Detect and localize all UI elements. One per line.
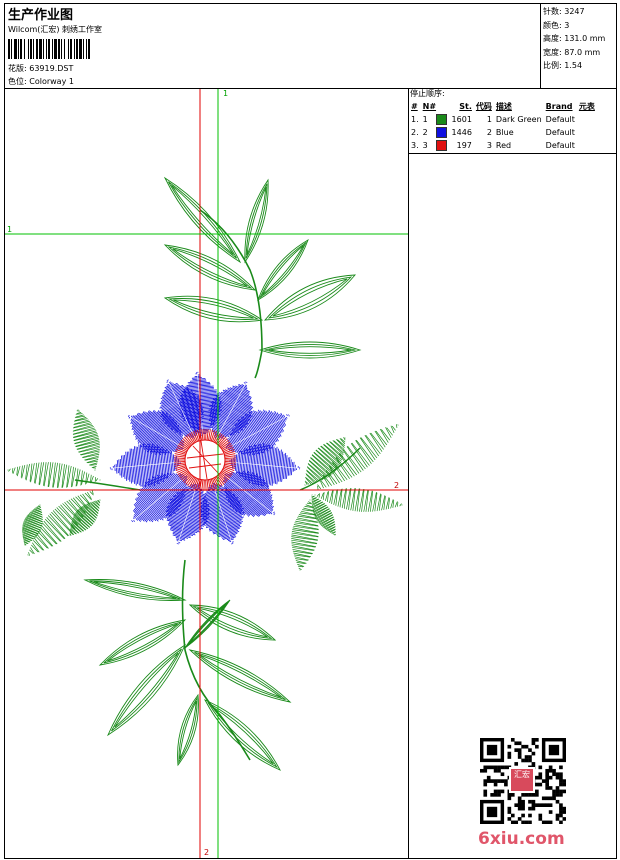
stat-scale: 比例: 1.54 <box>543 61 583 70</box>
stop-sequence-title: 停止顺序: <box>410 89 445 98</box>
stat-height: 高度: 131.0 mm <box>543 34 606 43</box>
table-row: 3. 3 197 3 Red Default <box>411 140 575 151</box>
qr-seal: 汇宏 <box>509 767 535 793</box>
color-swatch-dark-green <box>436 114 448 125</box>
page-title: 生产作业图 <box>8 8 74 23</box>
embroidery-design: 1 1 2 2 <box>5 89 408 858</box>
qr-seal-text: 汇宏 <box>514 770 530 779</box>
stat-colors: 颜色: 3 <box>543 20 570 30</box>
design-file: 63919.DST <box>29 64 74 73</box>
watermark-logo: 6xiu.com <box>478 829 565 849</box>
design-label: 花版: <box>8 64 27 73</box>
guide-label-left: 1 <box>7 225 12 234</box>
table-row: 2. 2 1446 2 Blue Default <box>411 127 575 138</box>
stop-sequence-header: # N# St. 代码 描述 Brand 元表 <box>411 102 595 111</box>
stop-sequence-table: # N# St. 代码 描述 Brand 元表 1. 1 1601 1 Dark… <box>409 100 597 152</box>
color-swatch-blue <box>436 127 448 138</box>
company-name: Wilcom(汇宏) 刺绣工作室 <box>8 25 103 34</box>
color-swatch-red <box>436 140 448 151</box>
colorway-line: 色位: Colorway 1 <box>8 76 74 88</box>
table-row: 1. 1 1601 1 Dark Green Default <box>411 114 575 125</box>
guide-label-top: 1 <box>223 89 228 98</box>
guide-label-right: 2 <box>394 481 399 490</box>
colorway-value: Colorway 1 <box>29 77 74 86</box>
stat-width: 宽度: 87.0 mm <box>543 47 601 57</box>
stat-stitches: 针数: 3247 <box>543 7 585 16</box>
colorway-label: 色位: <box>8 77 27 86</box>
barcode <box>8 39 90 59</box>
guide-label-bottom: 2 <box>204 848 209 857</box>
stop-sequence-panel: 停止顺序: # N# St. 代码 描述 Brand 元表 1. 1 1601 … <box>409 88 617 154</box>
header-left: 生产作业图 Wilcom(汇宏) 刺绣工作室 花版: 63919.DST 色位:… <box>6 4 540 88</box>
stats-box: 针数: 3247 颜色: 3 高度: 131.0 mm 宽度: 87.0 mm … <box>540 3 617 88</box>
design-line: 花版: 63919.DST <box>8 63 73 75</box>
